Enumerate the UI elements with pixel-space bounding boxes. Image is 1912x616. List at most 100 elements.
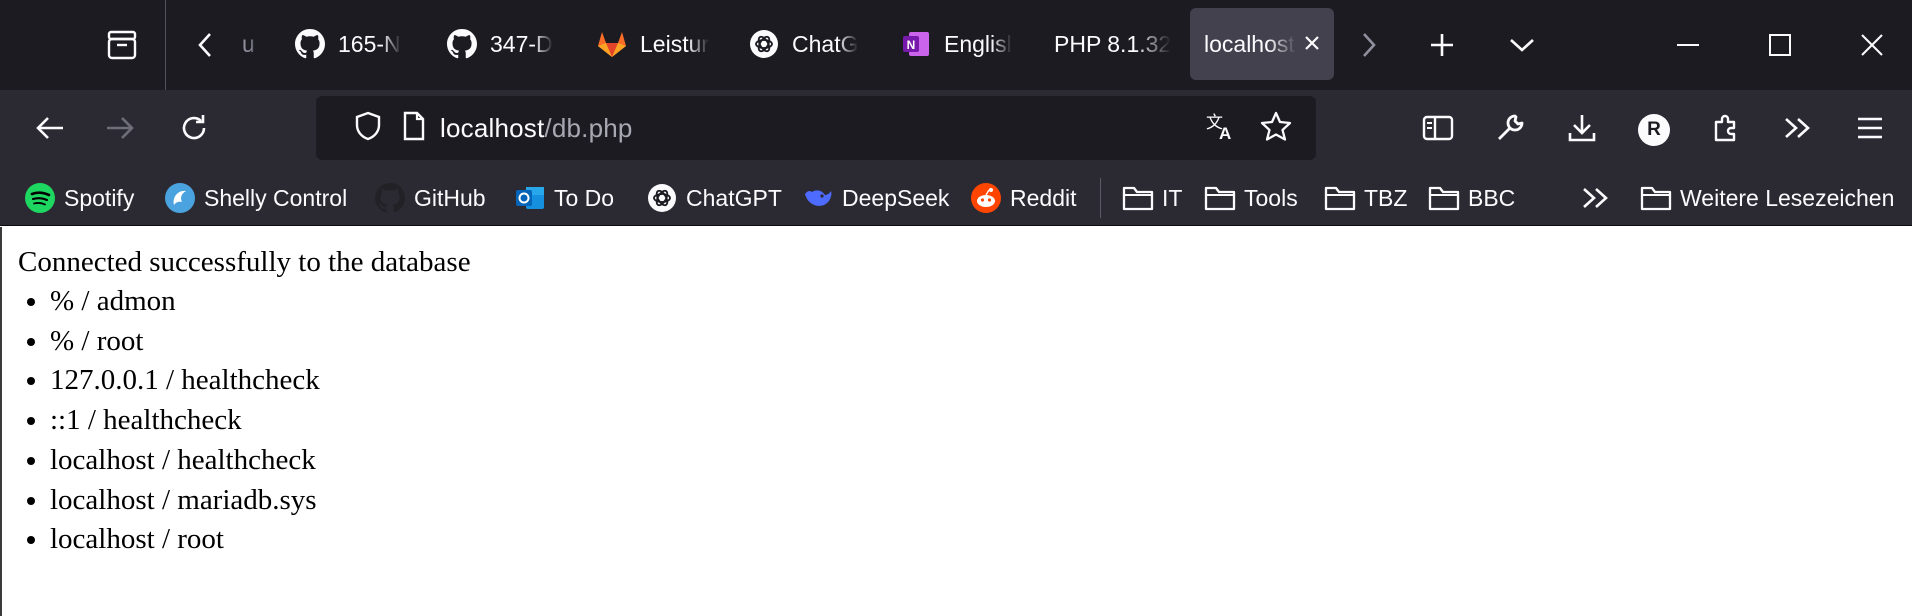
close-tab-button[interactable] — [1298, 31, 1326, 58]
bookmark-label: IT — [1162, 184, 1183, 211]
user-list: % / admon % / root 127.0.0.1 / healthche… — [50, 282, 320, 560]
maximize-icon — [1769, 34, 1791, 56]
bookmarks-overflow-button[interactable] — [1580, 176, 1620, 220]
tab-localhost-active[interactable]: localhost — [1190, 8, 1334, 80]
sidebar-button[interactable] — [1408, 90, 1468, 170]
download-icon — [1567, 113, 1597, 148]
bookmark-label: Weitere Lesezeichen — [1680, 184, 1895, 211]
tab-title: u — [242, 30, 255, 57]
list-all-tabs-button[interactable] — [1498, 18, 1546, 72]
folder-icon — [1204, 182, 1236, 214]
bookmark-label: ChatGPT — [686, 184, 782, 211]
bookmark-folder-tools[interactable]: Tools — [1204, 176, 1298, 220]
tab-strip-left-area — [0, 0, 166, 90]
maximize-window-button[interactable] — [1752, 18, 1808, 72]
bookmark-to-do[interactable]: To Do — [514, 176, 614, 220]
bookmark-folder-tbz[interactable]: TBZ — [1324, 176, 1407, 220]
bookmark-chatgpt[interactable]: ChatGPT — [646, 176, 782, 220]
gitlab-icon — [596, 28, 628, 60]
translate-button[interactable]: 文A — [1198, 96, 1246, 160]
bookmark-page-button[interactable] — [1252, 96, 1300, 160]
bookmark-spotify[interactable]: Spotify — [24, 176, 134, 220]
folder-icon — [1122, 182, 1154, 214]
connection-message: Connected successfully to the database — [18, 246, 471, 278]
tab-title: Englisl — [944, 30, 1012, 57]
bookmark-reddit[interactable]: Reddit — [970, 176, 1076, 220]
forward-button[interactable] — [90, 90, 150, 170]
bookmark-label: DeepSeek — [842, 184, 950, 211]
shelly-icon — [164, 182, 196, 214]
new-tab-button[interactable] — [1418, 18, 1466, 72]
bookmark-label: Tools — [1244, 184, 1298, 211]
bookmark-label: To Do — [554, 184, 615, 211]
tab-strip: u 165-N 347-D Leistur ChatG N Englisl PH… — [0, 0, 1912, 90]
onenote-icon: N — [900, 28, 932, 60]
reload-icon — [179, 113, 209, 148]
reload-button[interactable] — [164, 90, 224, 170]
bookmark-deepseek[interactable]: DeepSeek — [802, 176, 949, 220]
account-button[interactable]: R — [1624, 90, 1684, 170]
tab-title: ChatG — [792, 30, 859, 57]
developer-tools-button[interactable] — [1480, 90, 1540, 170]
bookmarks-toolbar: Spotify Shelly Control GitHub To Do Chat… — [0, 170, 1912, 226]
tab-title: PHP 8.1.32 — [1054, 30, 1172, 57]
close-window-button[interactable] — [1844, 18, 1900, 72]
downloads-button[interactable] — [1552, 90, 1612, 170]
chevron-down-icon — [1509, 37, 1535, 53]
tracking-protection-button[interactable] — [344, 96, 392, 160]
tab-gitlab[interactable]: Leistur — [582, 8, 714, 80]
site-info-button[interactable] — [390, 96, 438, 160]
avatar: R — [1638, 114, 1670, 146]
extensions-button[interactable] — [1696, 90, 1756, 170]
chatgpt-icon — [748, 28, 780, 60]
bookmark-label: Spotify — [64, 184, 135, 211]
arrow-right-icon — [105, 115, 135, 146]
github-icon — [294, 28, 326, 60]
bookmark-folder-it[interactable]: IT — [1122, 176, 1182, 220]
more-tools-button[interactable] — [1768, 90, 1828, 170]
page-content: Connected successfully to the database %… — [0, 227, 1912, 616]
back-button[interactable] — [20, 90, 80, 170]
folder-icon — [1324, 182, 1356, 214]
list-item: localhost / root — [50, 520, 320, 560]
tab-hidden[interactable]: u — [228, 8, 258, 80]
list-item: 127.0.0.1 / healthcheck — [50, 361, 320, 401]
scroll-tabs-right-button[interactable] — [1352, 18, 1386, 72]
double-chevron-right-icon — [1783, 116, 1813, 145]
tab-github-347[interactable]: 347-D — [432, 8, 562, 80]
translate-icon: 文A — [1205, 111, 1239, 146]
other-bookmarks-folder[interactable]: Weitere Lesezeichen — [1640, 176, 1894, 220]
reddit-icon — [970, 182, 1002, 214]
tab-title: Leistur — [640, 30, 710, 57]
firefox-view-button[interactable] — [100, 18, 144, 72]
github-icon — [374, 182, 406, 214]
bookmark-shelly-control[interactable]: Shelly Control — [164, 176, 347, 220]
page-icon — [402, 111, 426, 146]
tab-php[interactable]: PHP 8.1.32 — [1040, 8, 1172, 80]
avatar-initial: R — [1647, 119, 1661, 140]
folder-icon — [1428, 182, 1460, 214]
url-path: /db.php — [544, 112, 633, 143]
url-text[interactable]: localhost/db.php — [440, 113, 633, 144]
bookmark-label: GitHub — [414, 184, 486, 211]
scroll-tabs-left-button[interactable] — [188, 18, 222, 72]
hamburger-menu-icon — [1856, 116, 1884, 145]
chevron-right-icon — [1360, 31, 1378, 59]
list-item: % / admon — [50, 282, 320, 322]
arrow-left-icon — [35, 115, 65, 146]
list-item: % / root — [50, 322, 320, 362]
app-menu-button[interactable] — [1840, 90, 1900, 170]
svg-text:N: N — [907, 38, 916, 52]
bookmarks-separator — [1100, 178, 1101, 218]
address-bar[interactable]: localhost/db.php 文A — [316, 96, 1316, 160]
bookmark-folder-bbc[interactable]: BBC — [1428, 176, 1515, 220]
tab-chatgpt[interactable]: ChatG — [734, 8, 866, 80]
double-chevron-right-icon — [1580, 182, 1612, 214]
chevron-left-icon — [196, 31, 214, 59]
minimize-window-button[interactable] — [1660, 18, 1716, 72]
tab-onenote[interactable]: N Englisl — [886, 8, 1020, 80]
list-item: localhost / mariadb.sys — [50, 481, 320, 521]
close-icon — [1303, 31, 1321, 58]
tab-github-165[interactable]: 165-N — [280, 8, 410, 80]
bookmark-github[interactable]: GitHub — [374, 176, 486, 220]
